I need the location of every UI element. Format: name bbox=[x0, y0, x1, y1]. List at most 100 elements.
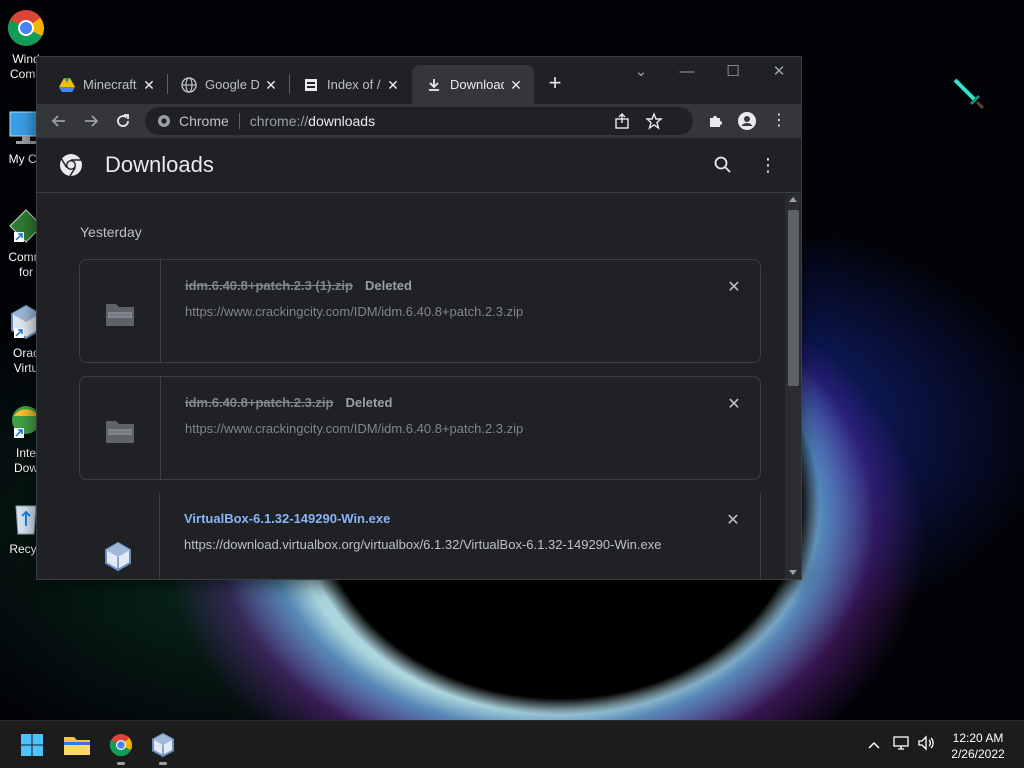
windows-logo-icon bbox=[21, 734, 43, 756]
remove-from-list-button[interactable]: ✕ bbox=[724, 395, 744, 415]
avatar-icon bbox=[738, 112, 756, 130]
url-scheme: chrome:// bbox=[249, 113, 309, 129]
puzzle-icon bbox=[710, 116, 722, 127]
tab-title: Minecraft bbox=[83, 77, 137, 92]
tab-title: Downloads bbox=[450, 77, 504, 92]
tab-close-icon[interactable]: ✕ bbox=[385, 77, 401, 93]
download-source-url: https://www.crackingcity.com/IDM/idm.6.4… bbox=[185, 421, 524, 436]
download-filename: idm.6.40.8+patch.2.3 (1).zip bbox=[185, 278, 353, 293]
download-item: idm.6.40.8+patch.2.3.zip Deleted https:/… bbox=[79, 376, 761, 480]
chrome-icon bbox=[6, 8, 46, 48]
bookmark-star-icon[interactable] bbox=[645, 112, 663, 133]
download-filename: idm.6.40.8+patch.2.3.zip bbox=[185, 395, 334, 410]
tab-close-icon[interactable]: ✕ bbox=[263, 77, 279, 93]
downloads-header: Downloads ⋮ bbox=[37, 138, 801, 193]
search-downloads-button[interactable] bbox=[712, 154, 734, 176]
folder-icon bbox=[64, 737, 90, 755]
profile-button[interactable] bbox=[735, 109, 759, 133]
tab-close-icon[interactable]: ✕ bbox=[508, 77, 524, 93]
tab-title: Google Dr bbox=[205, 77, 259, 92]
download-icon bbox=[426, 77, 442, 93]
extensions-button[interactable] bbox=[703, 109, 727, 133]
browser-toolbar: Chrome chrome://downloads ⋮ bbox=[37, 104, 801, 138]
download-name-line: VirtualBox-6.1.32-149290-Win.exe bbox=[184, 511, 390, 526]
remove-from-list-button[interactable]: ✕ bbox=[723, 511, 743, 531]
taskbar: 12:20 AM 2/26/2022 bbox=[0, 720, 1024, 768]
downloads-list: Yesterday idm.6.40.8+patch.2.3 (1).zip D… bbox=[37, 194, 785, 579]
tab-google-drive[interactable]: Google Dr ✕ bbox=[167, 65, 289, 104]
taskbar-file-explorer[interactable] bbox=[59, 727, 95, 763]
running-indicator bbox=[159, 762, 167, 765]
close-icon: ✕ bbox=[727, 396, 741, 413]
close-icon: ✕ bbox=[726, 512, 740, 529]
diamond-sword-icon[interactable] bbox=[953, 78, 987, 112]
remove-from-list-button[interactable]: ✕ bbox=[724, 278, 744, 298]
reload-icon bbox=[117, 114, 129, 127]
reload-button[interactable] bbox=[111, 109, 135, 133]
download-icon-column bbox=[79, 493, 160, 579]
clock-time: 12:20 AM bbox=[952, 731, 1004, 745]
download-source-url: https://www.crackingcity.com/IDM/idm.6.4… bbox=[185, 304, 524, 319]
download-name-line: idm.6.40.8+patch.2.3.zip Deleted bbox=[185, 395, 392, 410]
download-icon-column bbox=[80, 377, 161, 479]
virtualbox-icon bbox=[152, 732, 174, 758]
new-tab-button[interactable]: + bbox=[542, 71, 568, 97]
taskbar-chrome[interactable] bbox=[103, 727, 139, 765]
zip-folder-icon bbox=[104, 417, 136, 445]
download-source-url[interactable]: https://download.virtualbox.org/virtualb… bbox=[184, 537, 661, 552]
globe-icon bbox=[181, 76, 197, 93]
download-icon-column bbox=[80, 260, 161, 362]
forward-button[interactable] bbox=[79, 109, 103, 133]
index-icon bbox=[303, 77, 319, 93]
chrome-logo-icon bbox=[158, 115, 170, 127]
tab-downloads[interactable]: Downloads ✕ bbox=[412, 65, 534, 104]
kebab-menu-icon: ⋮ bbox=[759, 155, 777, 175]
virtualbox-icon bbox=[103, 541, 135, 572]
zip-folder-icon bbox=[104, 300, 136, 328]
tab-strip: Minecraft ✕ Google Dr ✕ Index of / ✕ Dow… bbox=[37, 57, 801, 104]
kebab-menu-icon: ⋮ bbox=[771, 112, 787, 129]
page-scrollbar[interactable] bbox=[785, 194, 801, 579]
start-button[interactable] bbox=[14, 727, 50, 763]
show-hidden-icons-chevron-icon[interactable] bbox=[864, 735, 884, 755]
scroll-thumb[interactable] bbox=[788, 210, 799, 386]
tab-index-of[interactable]: Index of / ✕ bbox=[289, 65, 411, 104]
chrome-window: Minecraft ✕ Google Dr ✕ Index of / ✕ Dow… bbox=[36, 56, 802, 580]
search-icon bbox=[714, 156, 731, 173]
back-button[interactable] bbox=[47, 109, 71, 133]
url-host: downloads bbox=[308, 113, 376, 129]
system-clock[interactable]: 12:20 AM 2/26/2022 bbox=[940, 730, 1016, 762]
chrome-icon bbox=[109, 734, 132, 757]
close-window-button[interactable]: ✕ bbox=[757, 61, 801, 83]
downloads-more-actions-button[interactable]: ⋮ bbox=[757, 154, 779, 176]
page-title: Downloads bbox=[105, 152, 214, 177]
volume-icon[interactable] bbox=[916, 735, 936, 755]
clock-date: 2/26/2022 bbox=[951, 747, 1005, 761]
maximize-button[interactable]: ☐ bbox=[711, 61, 755, 83]
tab-minecraft[interactable]: Minecraft ✕ bbox=[45, 65, 167, 104]
tab-search-chevron-icon[interactable]: ⌄ bbox=[619, 61, 663, 83]
network-icon[interactable] bbox=[891, 735, 911, 755]
address-bar[interactable]: Chrome chrome://downloads bbox=[145, 107, 693, 135]
chrome-logo-icon bbox=[59, 153, 83, 177]
forward-arrow-icon bbox=[85, 115, 99, 127]
share-icon[interactable] bbox=[613, 112, 631, 133]
scroll-up-arrow-icon[interactable] bbox=[789, 197, 797, 202]
minimize-button[interactable]: — bbox=[665, 61, 709, 83]
browser-menu-button[interactable]: ⋮ bbox=[767, 109, 791, 133]
download-name-line: idm.6.40.8+patch.2.3 (1).zip Deleted bbox=[185, 278, 412, 293]
downloads-page: Downloads ⋮ Yesterday idm.6.40.8+patch.2… bbox=[37, 138, 801, 579]
download-status: Deleted bbox=[364, 278, 412, 293]
date-group-label: Yesterday bbox=[80, 224, 142, 240]
scroll-down-arrow-icon[interactable] bbox=[789, 570, 797, 575]
back-arrow-icon bbox=[51, 115, 65, 127]
download-item: idm.6.40.8+patch.2.3 (1).zip Deleted htt… bbox=[79, 259, 761, 363]
download-filename-link[interactable]: VirtualBox-6.1.32-149290-Win.exe bbox=[184, 511, 390, 526]
google-drive-icon bbox=[59, 77, 75, 93]
omnibox-divider bbox=[238, 113, 240, 129]
running-indicator bbox=[117, 762, 125, 765]
omnibox-url: chrome://downloads bbox=[250, 113, 375, 129]
tab-close-icon[interactable]: ✕ bbox=[141, 77, 157, 93]
taskbar-virtualbox[interactable] bbox=[145, 727, 181, 765]
download-item: VirtualBox-6.1.32-149290-Win.exe https:/… bbox=[79, 493, 761, 579]
